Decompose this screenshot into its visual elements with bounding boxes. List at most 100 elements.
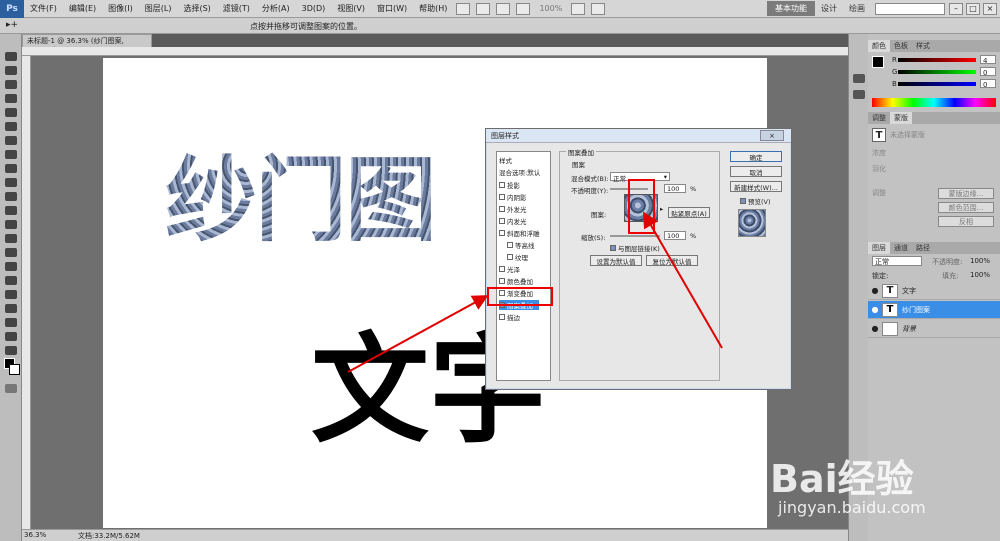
checkbox[interactable] xyxy=(507,242,513,248)
marquee-tool-icon[interactable] xyxy=(5,66,17,75)
dialog-close-button[interactable]: × xyxy=(760,130,784,141)
gradient-tool-icon[interactable] xyxy=(5,206,17,215)
healing-brush-tool-icon[interactable] xyxy=(5,136,17,145)
history-panel-icon[interactable] xyxy=(853,74,865,83)
hand-tool-icon[interactable] xyxy=(496,2,511,15)
history-brush-tool-icon[interactable] xyxy=(5,178,17,187)
screen-mode-icon[interactable] xyxy=(591,2,606,15)
checkbox[interactable] xyxy=(499,314,505,320)
background-color-swatch[interactable] xyxy=(9,364,20,375)
menu-help[interactable]: 帮助(H) xyxy=(413,3,453,14)
tab-adjustments[interactable]: 调整 xyxy=(868,112,890,124)
invert-button[interactable]: 反相 xyxy=(938,216,994,227)
r-value[interactable]: 4 xyxy=(980,55,996,65)
brush-tool-icon[interactable] xyxy=(5,150,17,159)
b-value[interactable]: 0 xyxy=(980,79,996,89)
style-texture[interactable]: 纹理 xyxy=(507,252,528,262)
actions-panel-icon[interactable] xyxy=(853,90,865,99)
style-inner-glow[interactable]: 内发光 xyxy=(499,216,527,226)
tab-masks[interactable]: 蒙版 xyxy=(890,112,912,124)
scale-slider[interactable] xyxy=(610,235,660,237)
style-blending-options[interactable]: 混合选项:默认 xyxy=(499,167,540,177)
style-color-overlay[interactable]: 颜色叠加 xyxy=(499,276,533,286)
ok-button[interactable]: 确定 xyxy=(730,151,782,162)
3d-camera-tool-icon[interactable] xyxy=(5,318,17,327)
lasso-tool-icon[interactable] xyxy=(5,80,17,89)
checkbox[interactable] xyxy=(499,194,505,200)
style-contour[interactable]: 等高线 xyxy=(507,240,535,250)
eye-icon[interactable]: ● xyxy=(868,324,882,333)
arrange-documents-icon[interactable] xyxy=(571,2,586,15)
bridge-icon[interactable] xyxy=(456,2,471,15)
minimize-button[interactable]: – xyxy=(949,2,963,15)
menu-window[interactable]: 窗口(W) xyxy=(371,3,413,14)
new-style-button[interactable]: 新建样式(W)... xyxy=(730,181,782,192)
workspace-design[interactable]: 设计 xyxy=(815,3,843,14)
shape-tool-icon[interactable] xyxy=(5,290,17,299)
move-tool-icon[interactable]: ▸+ xyxy=(6,20,18,30)
eye-icon[interactable]: ● xyxy=(868,286,882,295)
tab-swatches[interactable]: 色板 xyxy=(890,40,912,52)
checkbox[interactable] xyxy=(499,182,505,188)
mask-edge-button[interactable]: 蒙版边缘... xyxy=(938,188,994,199)
menu-view[interactable]: 视图(V) xyxy=(331,3,371,14)
eye-icon[interactable]: ● xyxy=(868,305,882,314)
style-inner-shadow[interactable]: 内阴影 xyxy=(499,192,527,202)
checkbox[interactable] xyxy=(499,206,505,212)
r-slider[interactable] xyxy=(898,58,976,62)
checkbox-checked[interactable] xyxy=(610,245,616,251)
pen-tool-icon[interactable] xyxy=(5,248,17,257)
zoom-tool-icon[interactable] xyxy=(516,2,531,15)
fill-value[interactable]: 100% xyxy=(970,271,990,279)
snap-to-origin-button[interactable]: 贴紧原点(A) xyxy=(668,207,710,218)
zoom-level[interactable]: 100% xyxy=(539,4,562,13)
style-satin[interactable]: 光泽 xyxy=(499,264,520,274)
maximize-button[interactable]: □ xyxy=(966,2,980,15)
tab-color[interactable]: 颜色 xyxy=(868,40,890,52)
opacity-value[interactable]: 100% xyxy=(970,257,990,265)
status-zoom[interactable]: 36.3% xyxy=(24,531,46,539)
layer-row[interactable]: ● T 文字 xyxy=(868,282,1000,300)
scale-input[interactable]: 100 xyxy=(664,231,686,240)
menu-layer[interactable]: 图层(L) xyxy=(139,3,178,14)
g-slider[interactable] xyxy=(898,70,976,74)
reset-default-button[interactable]: 复位为默认值 xyxy=(646,255,698,266)
search-input[interactable] xyxy=(875,2,945,15)
checkbox[interactable] xyxy=(499,278,505,284)
preview-toggle[interactable]: 预览(V) xyxy=(740,196,771,206)
menu-image[interactable]: 图像(I) xyxy=(102,3,139,14)
chevron-down-icon[interactable]: ▸ xyxy=(660,205,663,213)
make-default-button[interactable]: 设置为默认值 xyxy=(590,255,642,266)
quick-mask-icon[interactable] xyxy=(5,384,17,393)
checkbox[interactable] xyxy=(499,266,505,272)
style-outer-glow[interactable]: 外发光 xyxy=(499,204,527,214)
crop-tool-icon[interactable] xyxy=(5,108,17,117)
path-selection-tool-icon[interactable] xyxy=(5,276,17,285)
dodge-tool-icon[interactable] xyxy=(5,234,17,243)
style-stroke[interactable]: 描边 xyxy=(499,312,520,322)
tab-layers[interactable]: 图层 xyxy=(868,242,890,254)
cancel-button[interactable]: 取消 xyxy=(730,166,782,177)
menu-analysis[interactable]: 分析(A) xyxy=(256,3,296,14)
blend-mode-select[interactable]: 正常 xyxy=(872,256,922,266)
opacity-input[interactable]: 100 xyxy=(664,184,686,193)
color-spectrum[interactable] xyxy=(872,98,996,107)
eraser-tool-icon[interactable] xyxy=(5,192,17,201)
menu-select[interactable]: 选择(S) xyxy=(177,3,216,14)
type-tool-icon[interactable] xyxy=(5,262,17,271)
layer-row[interactable]: ● 背景 xyxy=(868,320,1000,338)
minibridge-icon[interactable] xyxy=(476,2,491,15)
hand-tool-icon[interactable] xyxy=(5,332,17,341)
style-bevel-emboss[interactable]: 斜面和浮雕 xyxy=(499,228,540,238)
checkbox[interactable] xyxy=(499,230,505,236)
zoom-tool-icon[interactable] xyxy=(5,346,17,355)
menu-3d[interactable]: 3D(D) xyxy=(296,4,332,13)
menu-file[interactable]: 文件(F) xyxy=(24,3,63,14)
clone-stamp-tool-icon[interactable] xyxy=(5,164,17,173)
tab-paths[interactable]: 路径 xyxy=(912,242,934,254)
blur-tool-icon[interactable] xyxy=(5,220,17,229)
b-slider[interactable] xyxy=(898,82,976,86)
style-drop-shadow[interactable]: 投影 xyxy=(499,180,520,190)
quick-select-tool-icon[interactable] xyxy=(5,94,17,103)
menu-filter[interactable]: 滤镜(T) xyxy=(217,3,256,14)
